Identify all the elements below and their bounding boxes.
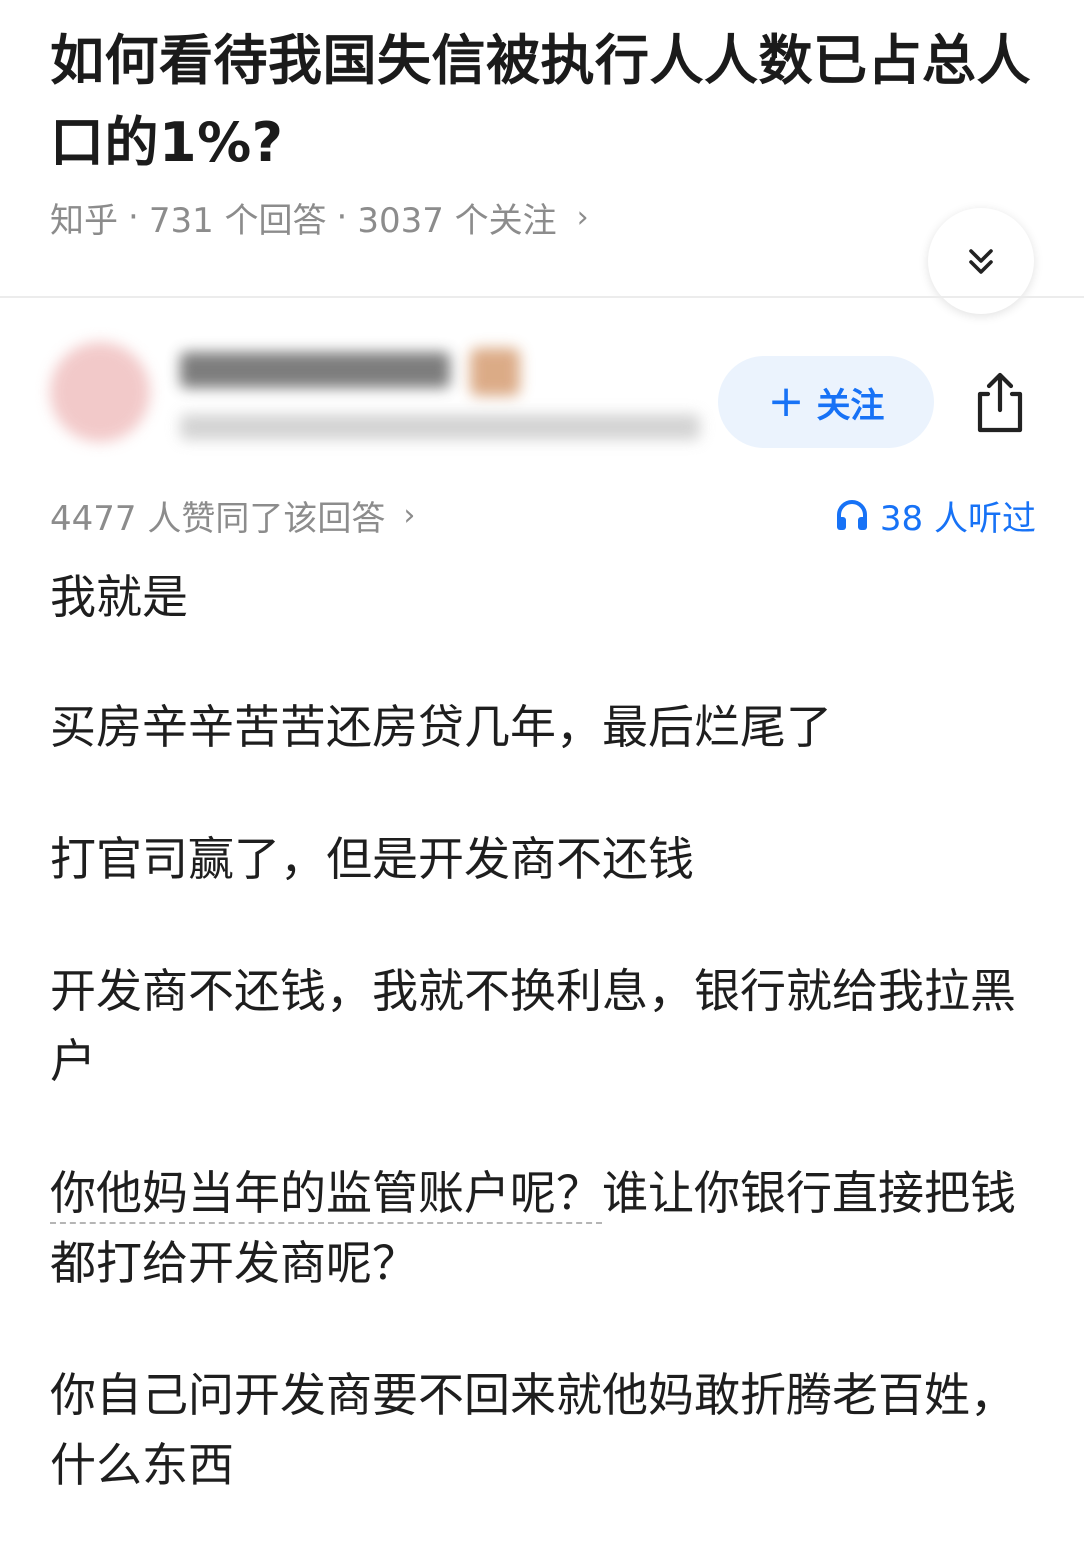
author-bio-blurred [180, 414, 700, 440]
headphones-icon [834, 497, 870, 533]
share-button[interactable] [966, 364, 1034, 440]
upvote-count: 4477 人赞同了该回答 [50, 498, 386, 539]
listen-count: 38 人听过 [879, 498, 1036, 539]
answer-paragraph: 开发商不还钱，我就不换利息，银行就给我拉黑户 [50, 964, 1016, 1088]
question-title[interactable]: 如何看待我国失信被执行人人数已占总人口的1%? [50, 20, 1040, 184]
answer-paragraph: 你自己问开发商要不回来就他妈敢折腾老百姓，什么东西 [50, 1368, 1016, 1492]
follow-button[interactable]: + 关注 [718, 356, 934, 448]
source-label: 知乎 [50, 200, 118, 241]
author-name-blurred [180, 352, 450, 388]
double-chevron-down-icon [969, 249, 993, 274]
meta-separator: · [336, 197, 348, 237]
answer-paragraph: 我就是 [50, 570, 188, 624]
answer-count: 731 个回答 [148, 200, 327, 241]
author-info-blurred[interactable] [40, 330, 710, 460]
chevron-right-icon: › [403, 497, 416, 533]
meta-separator: · [128, 197, 139, 237]
follow-label: 关注 [816, 385, 885, 426]
divider [0, 296, 1084, 298]
chevron-right-icon: › [576, 199, 589, 235]
answer-content: 我就是 买房辛辛苦苦还房贷几年，最后烂尾了 打官司赢了，但是开发商不还钱 开发商… [50, 562, 1040, 1562]
author-badge-blurred [470, 348, 520, 396]
collapse-button[interactable] [928, 208, 1034, 314]
share-icon [977, 372, 1023, 433]
answer-paragraph: 打官司赢了，但是开发商不还钱 [50, 832, 694, 886]
answer-paragraph: 你他妈当年的监管账户呢？谁让你银行直接把钱都打给开发商呢？ [50, 1158, 1040, 1298]
listen-stats[interactable]: 38 人听过 [834, 490, 1036, 540]
answer-paragraph: 买房辛辛苦苦还房贷几年，最后烂尾了 [50, 700, 832, 754]
avatar [50, 342, 150, 442]
upvote-stats[interactable]: 4477 人赞同了该回答 › [50, 490, 415, 540]
question-meta[interactable]: 知乎 · 731 个回答 · 3037 个关注 › [50, 192, 589, 242]
highlighted-phrase-link[interactable]: 你他妈当年的监管账户呢？ [50, 1166, 602, 1224]
plus-icon: + [767, 376, 805, 427]
follower-count: 3037 个关注 [357, 200, 557, 241]
